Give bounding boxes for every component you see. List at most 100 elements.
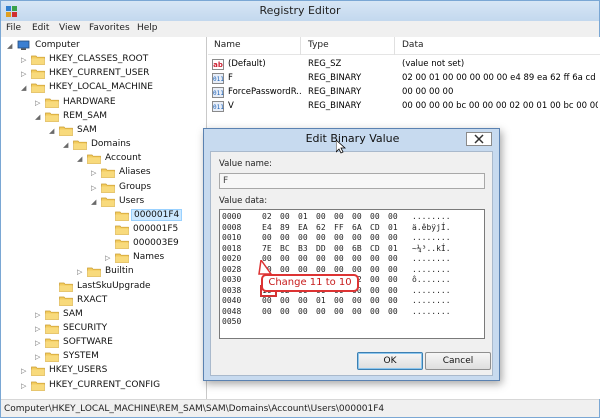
hex-byte[interactable]: 00 — [316, 254, 326, 264]
value-row[interactable]: ab (Default) REG_SZ (value not set) — [208, 58, 600, 72]
hex-byte[interactable]: 00 — [388, 286, 398, 296]
expand-arrow-icon[interactable]: ▷ — [35, 99, 43, 107]
hex-byte[interactable]: 00 — [298, 233, 308, 243]
ok-button[interactable]: OK — [357, 352, 423, 370]
hex-byte[interactable]: 00 — [316, 212, 326, 222]
hex-byte[interactable]: 00 — [388, 296, 398, 306]
hex-byte[interactable]: 00 — [352, 307, 362, 317]
hex-byte[interactable]: 00 — [280, 233, 290, 243]
hex-byte[interactable]: 00 — [280, 212, 290, 222]
expand-arrow-icon[interactable]: ▷ — [21, 70, 29, 78]
hex-byte[interactable]: 00 — [262, 233, 272, 243]
hex-byte[interactable]: 00 — [334, 233, 344, 243]
hex-byte[interactable]: B3 — [298, 244, 308, 254]
value-row[interactable]: 011 F REG_BINARY 02 00 01 00 00 00 00 00 e4… — [208, 72, 600, 86]
hex-byte[interactable]: 00 — [370, 254, 380, 264]
expand-arrow-icon[interactable]: ▷ — [35, 339, 43, 347]
collapse-arrow-icon[interactable]: ◢ — [63, 141, 71, 149]
collapse-arrow-icon[interactable]: ◢ — [21, 84, 29, 92]
column-divider[interactable] — [300, 37, 301, 55]
hex-byte[interactable]: 00 — [370, 275, 380, 285]
hex-byte[interactable]: 00 — [352, 212, 362, 222]
hex-byte[interactable]: 00 — [262, 307, 272, 317]
hex-byte[interactable]: 00 — [370, 265, 380, 275]
menu-edit[interactable]: Edit — [32, 23, 49, 33]
column-divider[interactable] — [394, 37, 395, 55]
hex-byte[interactable]: 00 — [298, 265, 308, 275]
hex-byte[interactable]: 6A — [352, 223, 362, 233]
hex-byte[interactable]: FF — [334, 223, 344, 233]
expand-arrow-icon[interactable]: ▷ — [35, 353, 43, 361]
column-data[interactable]: Data — [402, 40, 424, 50]
hex-byte[interactable]: CD — [370, 244, 380, 254]
collapse-arrow-icon[interactable]: ◢ — [77, 155, 85, 163]
hex-byte[interactable]: 00 — [370, 286, 380, 296]
value-row[interactable]: 011 V REG_BINARY 00 00 00 00 bc 00 00 00 02… — [208, 100, 600, 114]
hex-byte[interactable]: 00 — [334, 244, 344, 254]
hex-byte[interactable]: 00 — [316, 265, 326, 275]
expand-arrow-icon[interactable]: ▷ — [35, 311, 43, 319]
expand-arrow-icon[interactable]: ▷ — [105, 254, 113, 262]
column-type[interactable]: Type — [308, 40, 329, 50]
hex-byte[interactable]: 7E — [262, 244, 272, 254]
hex-byte[interactable]: 00 — [334, 265, 344, 275]
hex-byte[interactable]: 00 — [352, 233, 362, 243]
expand-arrow-icon[interactable]: ▷ — [21, 56, 29, 64]
hex-byte[interactable]: 01 — [388, 244, 398, 254]
hex-byte[interactable]: 00 — [370, 233, 380, 243]
menu-favorites[interactable]: Favorites — [89, 23, 130, 33]
menu-view[interactable]: View — [59, 23, 80, 33]
expand-arrow-icon[interactable]: ▷ — [21, 382, 29, 390]
hex-byte[interactable]: 02 — [262, 212, 272, 222]
hex-byte[interactable]: 00 — [334, 296, 344, 306]
hex-byte[interactable]: 01 — [316, 296, 326, 306]
title-bar[interactable]: Registry Editor — [1, 1, 599, 21]
hex-byte[interactable]: EA — [298, 223, 308, 233]
hex-byte[interactable]: 00 — [352, 254, 362, 264]
hex-byte[interactable]: 00 — [334, 212, 344, 222]
hex-byte[interactable]: BC — [280, 244, 290, 254]
expand-arrow-icon[interactable]: ▷ — [91, 184, 99, 192]
key-tree[interactable]: ◢ Computer ▷ HKEY_CLASSES_ROOT ▷ HKEY_CURRENT… — [1, 37, 207, 399]
hex-byte[interactable]: CD — [370, 223, 380, 233]
column-name[interactable]: Name — [214, 40, 241, 50]
hex-byte[interactable]: 00 — [370, 307, 380, 317]
hex-byte[interactable]: 00 — [316, 307, 326, 317]
hex-byte[interactable]: 6B — [352, 244, 362, 254]
expand-arrow-icon[interactable]: ▷ — [21, 367, 29, 375]
hex-byte[interactable]: 00 — [280, 265, 290, 275]
hex-byte[interactable]: 00 — [298, 254, 308, 264]
hex-byte[interactable]: 00 — [370, 296, 380, 306]
collapse-arrow-icon[interactable]: ◢ — [7, 42, 15, 50]
value-row[interactable]: 011 ForcePasswordR... REG_BINARY 00 00 00 0… — [208, 86, 600, 100]
hex-byte[interactable]: 00 — [370, 212, 380, 222]
hex-byte[interactable]: 00 — [280, 254, 290, 264]
hex-byte[interactable]: 00 — [388, 233, 398, 243]
hex-byte[interactable]: 00 — [298, 307, 308, 317]
expand-arrow-icon[interactable]: ▷ — [35, 325, 43, 333]
hex-byte[interactable]: 01 — [298, 212, 308, 222]
hex-byte[interactable]: DD — [316, 244, 326, 254]
dialog-close-button[interactable] — [466, 132, 492, 146]
hex-byte[interactable]: 00 — [298, 296, 308, 306]
hex-byte[interactable]: 00 — [388, 307, 398, 317]
menu-help[interactable]: Help — [137, 23, 158, 33]
hex-byte[interactable]: 00 — [352, 265, 362, 275]
hex-byte[interactable]: 00 — [388, 275, 398, 285]
cancel-button[interactable]: Cancel — [425, 352, 491, 370]
hex-byte[interactable]: 00 — [334, 307, 344, 317]
menu-file[interactable]: File — [6, 23, 21, 33]
hex-byte[interactable]: 00 — [280, 296, 290, 306]
hex-byte[interactable]: 00 — [316, 233, 326, 243]
hex-byte[interactable]: 00 — [388, 212, 398, 222]
hex-byte[interactable]: 00 — [388, 254, 398, 264]
expand-arrow-icon[interactable]: ▷ — [77, 268, 85, 276]
hex-byte[interactable]: 00 — [334, 254, 344, 264]
hex-byte[interactable]: 00 — [280, 307, 290, 317]
hex-byte[interactable]: 00 — [352, 296, 362, 306]
hex-byte[interactable]: 01 — [388, 223, 398, 233]
hex-byte[interactable]: 62 — [316, 223, 326, 233]
hex-byte[interactable]: 00 — [388, 265, 398, 275]
hex-byte[interactable]: 00 — [262, 296, 272, 306]
hex-byte[interactable]: E4 — [262, 223, 272, 233]
